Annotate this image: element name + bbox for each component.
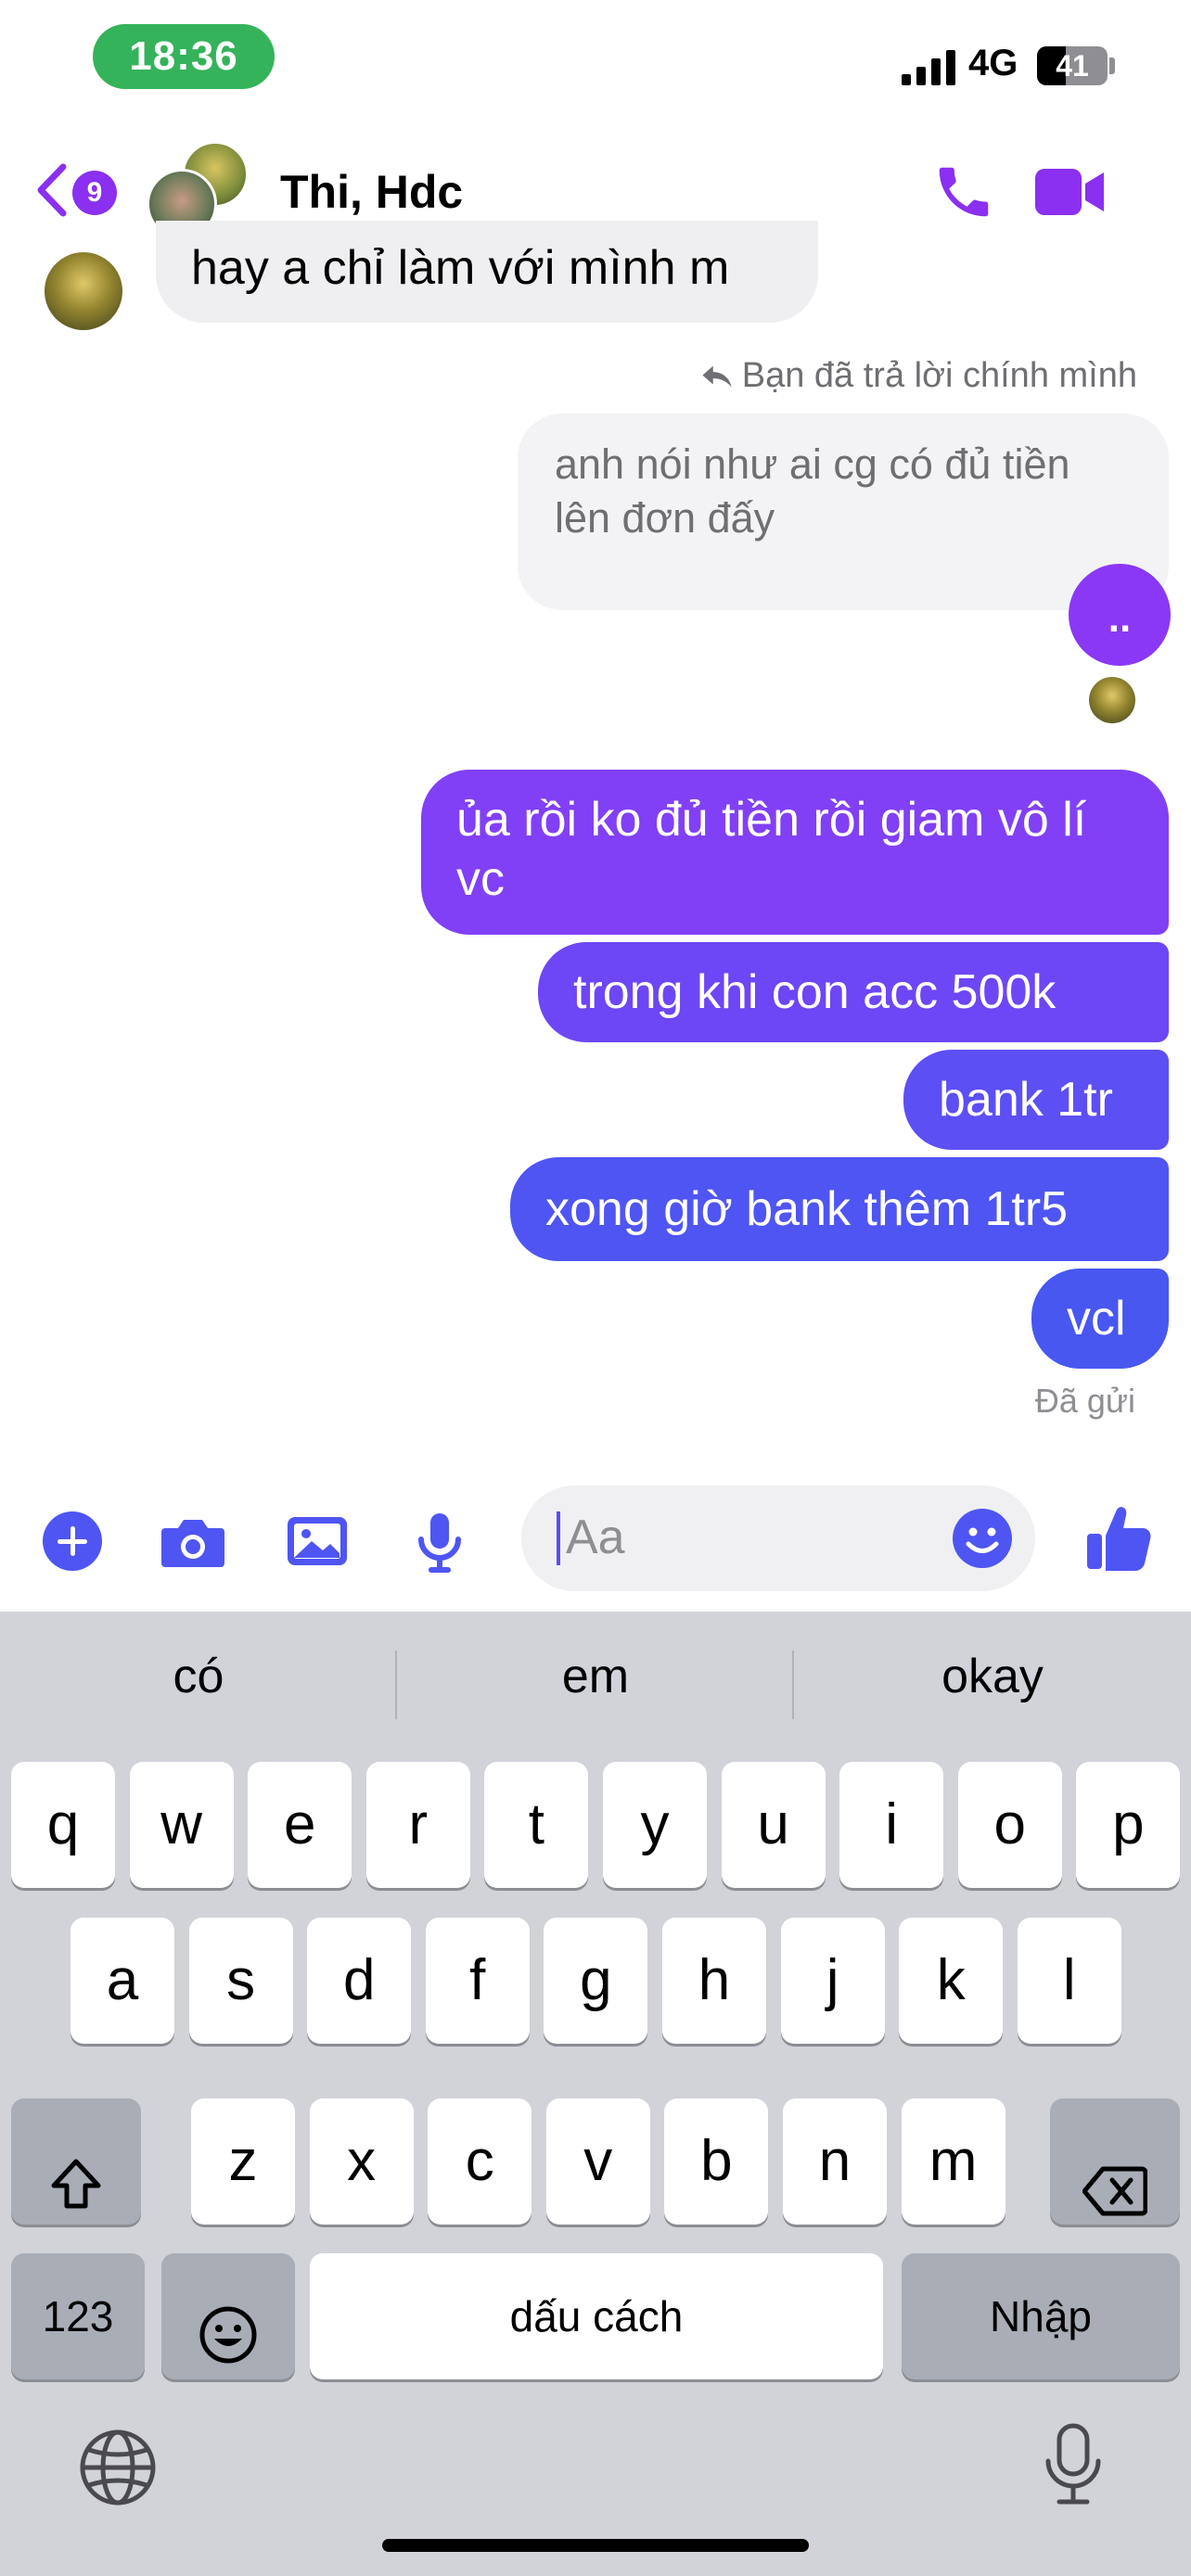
- key-p[interactable]: p: [1076, 1762, 1181, 1888]
- key-g[interactable]: g: [544, 1918, 648, 2044]
- shift-key[interactable]: [11, 2098, 141, 2225]
- space-key[interactable]: dấu cách: [310, 2253, 883, 2379]
- microphone-icon: [418, 1513, 461, 1573]
- message-input[interactable]: Aa: [521, 1486, 1035, 1591]
- key-f[interactable]: f: [425, 1918, 530, 2044]
- battery-percent: 41: [1056, 49, 1089, 83]
- plus-icon: [43, 1511, 102, 1571]
- status-time: 18:36: [93, 24, 275, 89]
- key-m[interactable]: m: [901, 2098, 1005, 2225]
- globe-icon: [80, 2429, 156, 2506]
- message-text: hay a chỉ làm với mình m: [191, 241, 730, 295]
- suggestion-item[interactable]: em: [397, 1649, 794, 1704]
- voice-button[interactable]: [404, 1506, 475, 1576]
- sender-avatar[interactable]: [45, 252, 122, 330]
- battery-icon: 41: [1037, 46, 1108, 85]
- key-i[interactable]: i: [839, 1762, 944, 1888]
- outgoing-message-bubble[interactable]: ..: [1069, 564, 1171, 666]
- message-composer: Aa: [0, 1469, 1191, 1608]
- key-o[interactable]: o: [957, 1762, 1062, 1888]
- battery-cap: [1109, 57, 1115, 74]
- key-n[interactable]: n: [783, 2098, 887, 2225]
- dictation-button[interactable]: [1031, 2420, 1115, 2505]
- key-l[interactable]: l: [1017, 1918, 1121, 2044]
- key-c[interactable]: c: [428, 2098, 532, 2225]
- backspace-icon: [1082, 2166, 1148, 2216]
- camera-button[interactable]: [158, 1506, 228, 1576]
- key-y[interactable]: y: [603, 1762, 707, 1888]
- emoji-button[interactable]: [950, 1506, 1015, 1571]
- key-h[interactable]: h: [662, 1918, 766, 2044]
- keyboard: có em okay qwertyuiop asdfghjkl zxcvbnm …: [0, 1612, 1191, 2576]
- back-button[interactable]: 9: [33, 158, 126, 223]
- text-caret: [557, 1511, 560, 1565]
- key-x[interactable]: x: [309, 2098, 414, 2225]
- key-e[interactable]: e: [248, 1762, 352, 1888]
- reply-arrow-icon: [702, 365, 732, 387]
- key-a[interactable]: a: [70, 1918, 174, 2044]
- key-t[interactable]: t: [484, 1762, 589, 1888]
- chevron-left-icon: [37, 163, 67, 217]
- gallery-button[interactable]: [282, 1506, 352, 1576]
- reply-note-text: Bạn đã trả lời chính mình: [741, 356, 1137, 395]
- key-w[interactable]: w: [129, 1762, 234, 1888]
- phone-icon: [939, 167, 989, 217]
- key-k[interactable]: k: [899, 1918, 1004, 2044]
- like-button[interactable]: [1083, 1500, 1154, 1571]
- key-u[interactable]: u: [721, 1762, 826, 1888]
- suggestion-item[interactable]: okay: [794, 1649, 1191, 1704]
- key-b[interactable]: b: [664, 2098, 769, 2225]
- microphone-icon: [1045, 2423, 1101, 2505]
- network-type: 4G: [968, 43, 1018, 83]
- add-button[interactable]: [37, 1506, 108, 1576]
- outgoing-message-bubble[interactable]: trong khi con acc 500k: [538, 942, 1169, 1042]
- key-r[interactable]: r: [365, 1762, 470, 1888]
- key-z[interactable]: z: [191, 2098, 295, 2225]
- outgoing-message-bubble[interactable]: vcl: [1031, 1269, 1169, 1369]
- emoji-icon: [199, 2306, 257, 2364]
- return-key[interactable]: Nhập: [902, 2253, 1180, 2379]
- quoted-message[interactable]: anh nói như ai cg có đủ tiền lên đơn đấy: [518, 414, 1169, 610]
- outgoing-message-bubble[interactable]: xong giờ bank thêm 1tr5: [510, 1157, 1169, 1261]
- key-v[interactable]: v: [545, 2098, 650, 2225]
- backspace-key[interactable]: [1050, 2098, 1180, 2225]
- outgoing-message-bubble[interactable]: bank 1tr: [903, 1050, 1169, 1150]
- numbers-key[interactable]: 123: [11, 2253, 145, 2379]
- emoji-keyboard-key[interactable]: [161, 2253, 295, 2379]
- emoji-icon: [953, 1509, 1012, 1568]
- language-button[interactable]: [76, 2426, 160, 2509]
- key-d[interactable]: d: [307, 1918, 412, 2044]
- camera-icon: [161, 1520, 224, 1567]
- key-j[interactable]: j: [780, 1918, 885, 2044]
- suggestion-item[interactable]: có: [0, 1649, 397, 1704]
- reply-note: Bạn đã trả lời chính mình: [701, 356, 1137, 396]
- video-call-button[interactable]: [1033, 161, 1108, 223]
- unread-badge: 9: [72, 171, 117, 215]
- outgoing-message-bubble[interactable]: ủa rồi ko đủ tiền rồi giam vô lí vc: [421, 770, 1169, 935]
- suggestion-bar: có em okay: [0, 1612, 1191, 1760]
- key-q[interactable]: q: [11, 1762, 115, 1888]
- sent-status: Đã gửi: [1034, 1382, 1135, 1420]
- seen-receipt-avatar: [1089, 677, 1135, 723]
- video-camera-icon: [1035, 169, 1104, 215]
- key-s[interactable]: s: [188, 1918, 293, 2044]
- image-icon: [288, 1517, 347, 1565]
- incoming-message-bubble[interactable]: hay a chỉ làm với mình m: [156, 221, 818, 323]
- home-indicator: [382, 2539, 809, 2552]
- shift-icon: [51, 2159, 101, 2209]
- thumbs-up-icon: [1087, 1507, 1151, 1571]
- signal-icon: [902, 48, 957, 85]
- message-input-placeholder: Aa: [566, 1511, 625, 1564]
- status-bar: 18:36 4G 41: [0, 0, 1191, 130]
- call-button[interactable]: [931, 159, 996, 224]
- chat-title[interactable]: Thi, Hdc: [280, 165, 463, 219]
